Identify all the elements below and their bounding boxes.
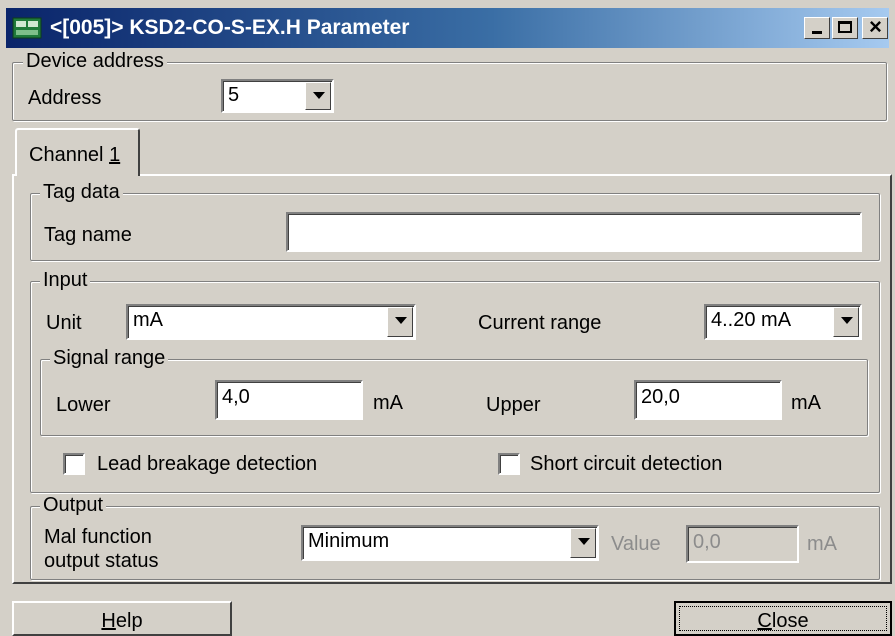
output-legend: Output — [40, 494, 107, 517]
maximize-icon — [833, 18, 857, 38]
malfunction-select[interactable]: Minimum — [301, 525, 599, 561]
current-range-label: Current range — [478, 312, 602, 334]
help-button-label: Help — [101, 610, 143, 632]
short-circuit-checkbox[interactable] — [498, 453, 520, 475]
lead-breakage-label[interactable]: Lead breakage detection — [97, 453, 317, 476]
chevron-down-icon[interactable] — [833, 307, 859, 337]
tag-data-legend: Tag data — [40, 181, 123, 204]
tag-name-label: Tag name — [44, 224, 132, 246]
chevron-down-icon[interactable] — [387, 307, 413, 337]
lower-input[interactable]: 4,0 — [215, 380, 363, 420]
address-value: 5 — [228, 84, 240, 106]
close-icon: × — [868, 14, 882, 39]
maximize-button[interactable] — [832, 17, 858, 39]
signal-range-legend: Signal range — [50, 347, 169, 370]
close-button-label: Close — [757, 610, 809, 632]
value-unit: mA — [807, 533, 837, 555]
upper-input[interactable]: 20,0 — [634, 380, 782, 420]
window-title: <[005]> KSD2-CO-S-EX.H Parameter — [50, 16, 410, 39]
unit-label: Unit — [46, 312, 82, 334]
lower-value: 4,0 — [222, 386, 250, 408]
chevron-down-icon[interactable] — [570, 528, 596, 558]
tab-channel-1[interactable]: Channel 1 — [15, 128, 140, 176]
upper-value: 20,0 — [641, 386, 680, 408]
short-circuit-label[interactable]: Short circuit detection — [530, 453, 722, 476]
close-button[interactable]: Close — [674, 601, 892, 636]
unit-select[interactable]: mA — [126, 304, 416, 340]
tag-name-input[interactable] — [286, 212, 862, 252]
lower-unit: mA — [373, 392, 403, 414]
minimize-button[interactable] — [804, 17, 830, 39]
malfunction-value: Minimum — [308, 530, 390, 552]
help-button[interactable]: Help — [12, 601, 232, 636]
title-bar[interactable]: <[005]> KSD2-CO-S-EX.H Parameter × — [6, 8, 889, 48]
tab-channel-1-label: Channel 1 — [29, 144, 121, 166]
current-range-select[interactable]: 4..20 mA — [704, 304, 862, 340]
close-window-button[interactable]: × — [862, 14, 888, 39]
input-group: Input Unit mA Current range 4..20 mA Sig… — [30, 269, 880, 493]
upper-label: Upper — [486, 394, 541, 416]
unit-value: mA — [133, 309, 163, 331]
current-range-value: 4..20 mA — [711, 309, 792, 331]
tag-data-group: Tag data Tag name — [30, 181, 880, 261]
device-address-legend: Device address — [23, 50, 167, 73]
minimize-icon — [805, 18, 829, 38]
address-select[interactable]: 5 — [221, 79, 334, 113]
upper-unit: mA — [791, 392, 821, 414]
input-legend: Input — [40, 269, 91, 292]
malfunction-label: Mal function output status — [44, 526, 159, 572]
value-label: Value — [611, 533, 661, 555]
value-input[interactable]: 0,0 — [686, 525, 799, 563]
address-label: Address — [28, 87, 102, 109]
device-app-icon — [12, 17, 42, 39]
lead-breakage-checkbox[interactable] — [63, 453, 85, 475]
device-address-group: Device address Address 5 — [12, 50, 887, 121]
lower-label: Lower — [56, 394, 111, 416]
output-group: Output Mal function output status Minimum… — [30, 494, 880, 580]
chevron-down-icon[interactable] — [305, 82, 331, 110]
signal-range-group: Signal range Lower 4,0 mA Upper 20,0 mA — [40, 347, 868, 436]
parameter-window: <[005]> KSD2-CO-S-EX.H Parameter × Devic… — [0, 0, 895, 636]
value-value: 0,0 — [693, 531, 721, 553]
